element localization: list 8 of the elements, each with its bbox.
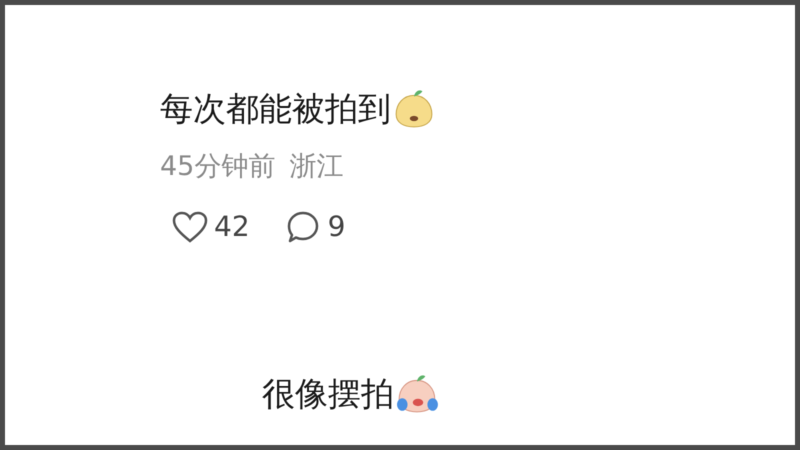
reply-text: 很像摆拍: [262, 376, 394, 410]
like-button[interactable]: 42: [172, 211, 250, 243]
post-time: 45分钟前: [160, 153, 276, 180]
post-location: 浙江: [289, 153, 344, 180]
speech-bubble-icon: [286, 210, 320, 244]
post-text: 每次都能被拍到: [160, 92, 391, 124]
heart-icon: [172, 211, 208, 243]
comment-button[interactable]: 9: [286, 210, 346, 244]
